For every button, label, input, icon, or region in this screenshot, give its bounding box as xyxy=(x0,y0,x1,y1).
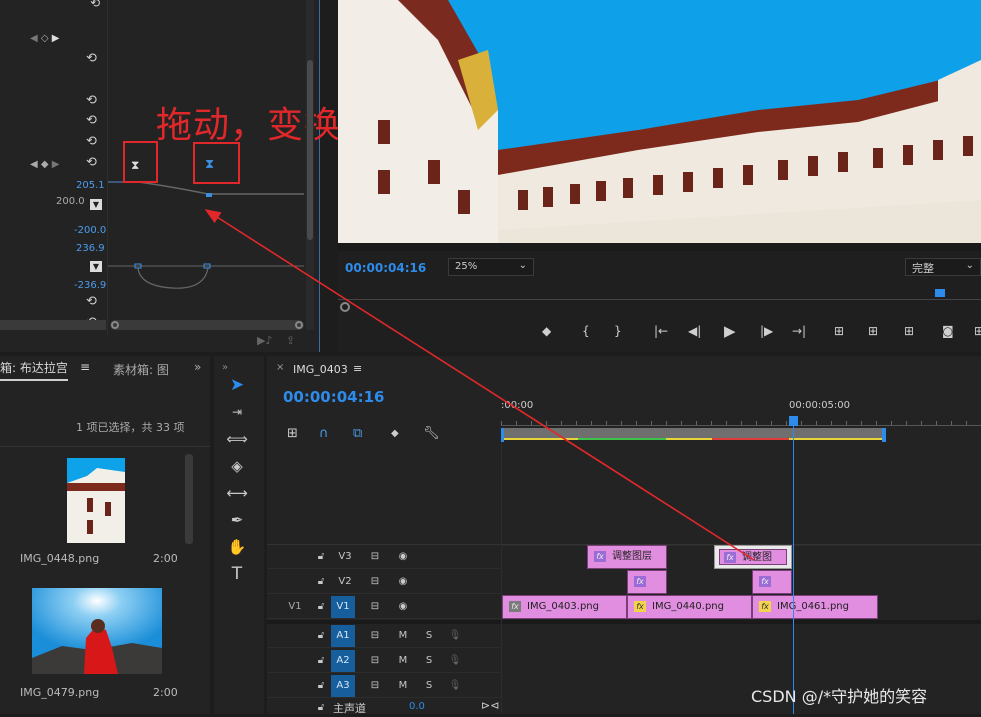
annotation-arrow xyxy=(204,209,755,561)
watermark: CSDN @/*守护她的笑容 xyxy=(751,687,928,706)
